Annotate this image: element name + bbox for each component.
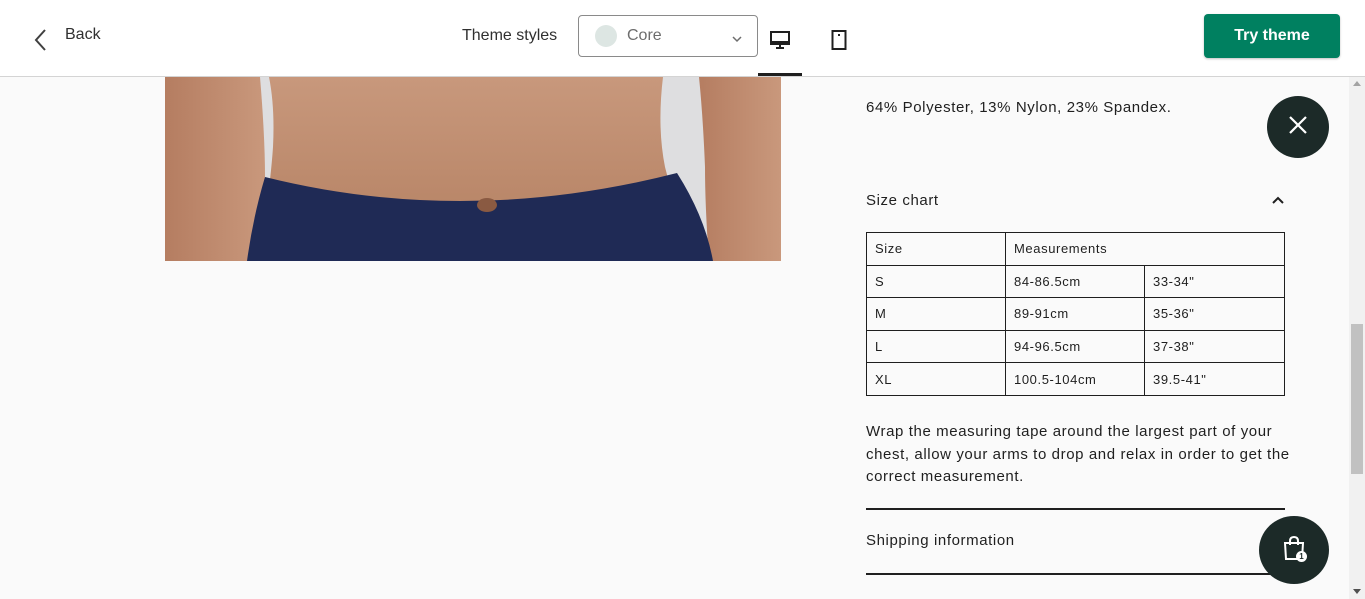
scrollbar-thumb[interactable] [1351, 324, 1363, 474]
back-label: Back [65, 26, 101, 43]
mobile-icon [831, 29, 847, 55]
scroll-down-arrow-icon[interactable] [1353, 589, 1361, 594]
product-material-text: 64% Polyester, 13% Nylon, 23% Spandex. [866, 99, 1172, 116]
theme-styles-label: Theme styles [462, 27, 558, 44]
table-header-cell: Size [866, 232, 1006, 266]
table-cell: M [866, 297, 1006, 331]
close-button[interactable] [1267, 96, 1329, 158]
page-scrollbar[interactable] [1349, 77, 1365, 599]
table-cell: 37-38" [1144, 329, 1285, 364]
size-chart-instructions: Wrap the measuring tape around the large… [866, 423, 1290, 485]
product-image [165, 77, 781, 261]
size-chart-accordion-toggle[interactable]: Size chart [866, 192, 1285, 209]
cart-count-badge: 1 [1296, 551, 1307, 562]
table-cell: 35-36" [1144, 297, 1285, 331]
shipping-accordion-toggle[interactable]: Shipping information [866, 532, 1285, 549]
accordion-divider [866, 573, 1285, 575]
table-cell: 33-34" [1144, 264, 1285, 299]
accordion-divider [866, 508, 1285, 510]
table-row: M 89-91cm 35-36" [866, 297, 1285, 331]
table-row: L 94-96.5cm 37-38" [866, 329, 1285, 364]
table-cell: XL [866, 362, 1006, 396]
table-cell: 84-86.5cm [1005, 264, 1145, 299]
back-button[interactable]: Back [28, 22, 101, 58]
desktop-icon [769, 30, 791, 55]
preview-topbar: Back Theme styles Core Try theme [0, 0, 1365, 77]
size-chart-title: Size chart [866, 192, 939, 209]
table-cell: S [866, 264, 1006, 299]
table-cell: 39.5-41" [1144, 362, 1285, 396]
table-header-row: Size Measurements [866, 232, 1285, 266]
close-icon [1288, 115, 1308, 140]
try-theme-button[interactable]: Try theme [1204, 14, 1340, 58]
theme-color-swatch [595, 25, 617, 47]
size-chart-table: Size Measurements S 84-86.5cm 33-34" M 8… [866, 232, 1285, 396]
theme-select-value: Core [627, 27, 662, 44]
scroll-up-arrow-icon[interactable] [1353, 81, 1361, 86]
cart-button[interactable]: 1 [1259, 516, 1329, 584]
theme-style-select[interactable]: Core [578, 15, 758, 57]
desktop-view-button[interactable] [758, 22, 802, 76]
mobile-view-button[interactable] [817, 22, 861, 62]
table-cell: 100.5-104cm [1005, 362, 1145, 396]
chevron-left-icon [28, 22, 52, 58]
shipping-title: Shipping information [866, 532, 1015, 549]
table-row: XL 100.5-104cm 39.5-41" [866, 362, 1285, 396]
table-header-cell: Measurements [1005, 232, 1285, 266]
table-cell: L [866, 329, 1006, 364]
table-cell: 89-91cm [1005, 297, 1145, 331]
table-cell: 94-96.5cm [1005, 329, 1145, 364]
table-row: S 84-86.5cm 33-34" [866, 264, 1285, 299]
chevron-up-icon [1271, 192, 1285, 209]
chevron-down-icon [731, 31, 743, 49]
